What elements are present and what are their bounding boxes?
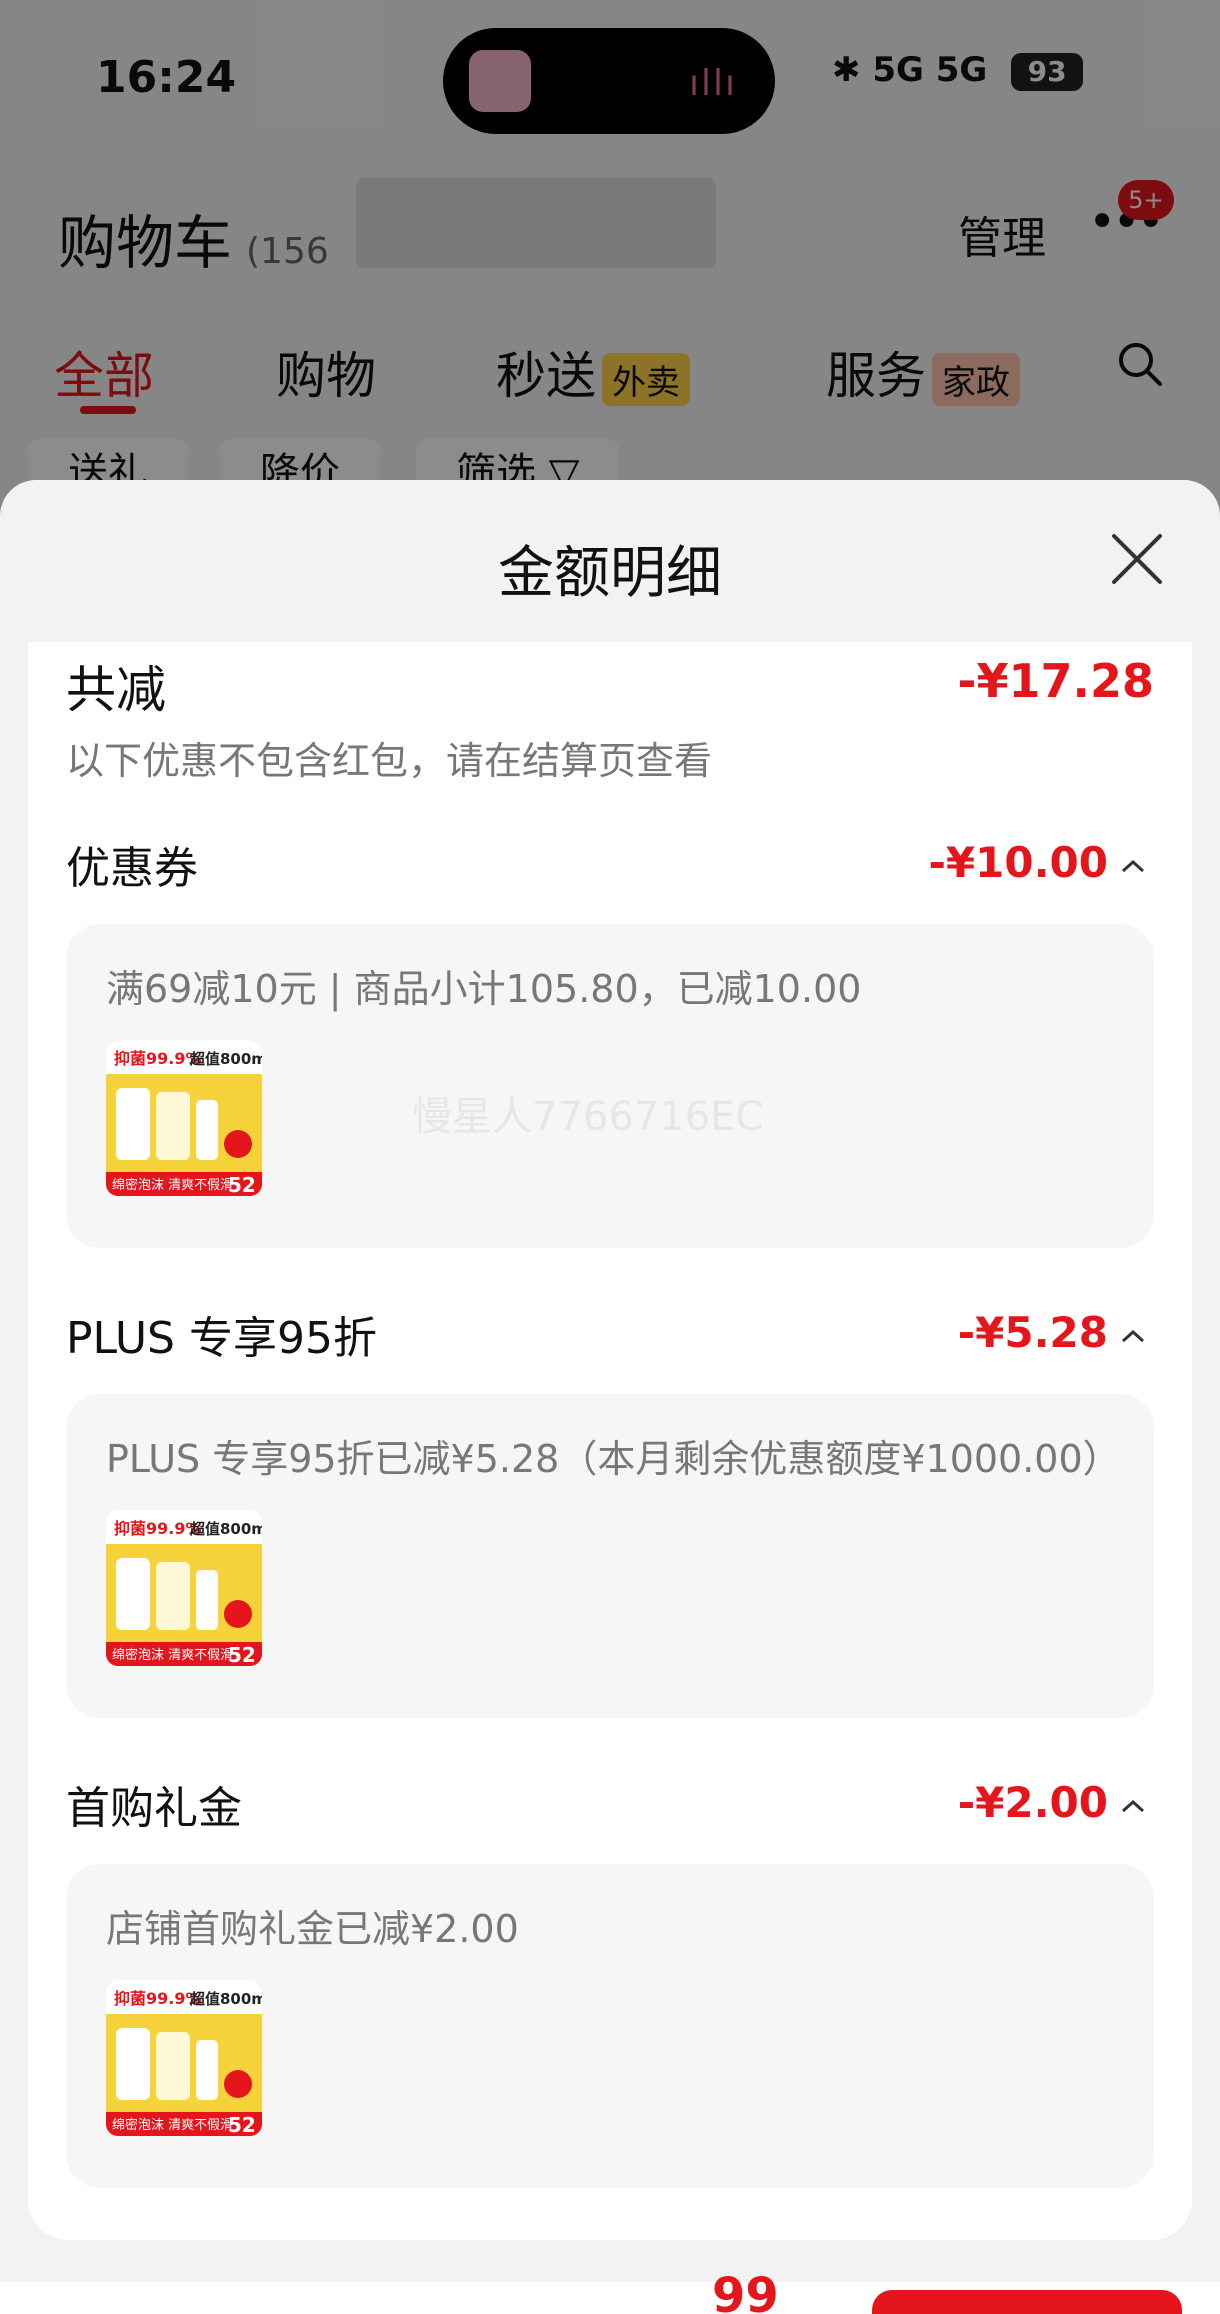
- first-purchase-amount-toggle[interactable]: -¥2.00: [958, 1778, 1146, 1827]
- first-purchase-label: 首购礼金: [66, 1783, 242, 1834]
- sheet-title: 金额明细: [498, 541, 722, 606]
- coupon-detail-card: 满69减10元 | 商品小计105.80，已减10.00 抑菌99.9% 超值8…: [66, 924, 1154, 1248]
- svg-text:超值800ml: 超值800ml: [189, 1990, 262, 2008]
- product-thumbnail[interactable]: 抑菌99.9% 超值800ml 绵密泡沫 清爽不假滑 52: [106, 1980, 262, 2136]
- svg-text:52: 52: [228, 2113, 256, 2136]
- coupon-detail-text: 满69减10元 | 商品小计105.80，已减10.00: [106, 967, 862, 1011]
- chevron-up-icon: [1121, 1799, 1145, 1812]
- checkout-button[interactable]: [872, 2290, 1182, 2314]
- total-discount-label: 共减: [66, 661, 166, 719]
- close-icon[interactable]: [1110, 532, 1164, 586]
- svg-text:52: 52: [228, 1173, 256, 1196]
- plus-detail-card: PLUS 专享95折已减¥5.28（本月剩余优惠额度¥1000.00） 抑菌99…: [66, 1394, 1154, 1718]
- product-thumbnail[interactable]: 抑菌99.9% 超值800ml 绵密泡沫 清爽不假滑 52: [106, 1040, 262, 1196]
- plus-discount-label: PLUS 专享95折: [66, 1313, 377, 1364]
- svg-text:超值800ml: 超值800ml: [189, 1520, 262, 1538]
- watermark-text: 慢星人7766716EC: [412, 1094, 764, 1140]
- svg-text:绵密泡沫 清爽不假滑: 绵密泡沫 清爽不假滑: [112, 1647, 233, 1663]
- svg-text:抑菌99.9%: 抑菌99.9%: [114, 1049, 202, 1068]
- coupon-label: 优惠券: [66, 843, 198, 894]
- plus-detail-text: PLUS 专享95折已减¥5.28（本月剩余优惠额度¥1000.00）: [106, 1437, 1121, 1481]
- svg-text:绵密泡沫 清爽不假滑: 绵密泡沫 清爽不假滑: [112, 1177, 233, 1193]
- product-thumbnail[interactable]: 抑菌99.9% 超值800ml 绵密泡沫 清爽不假滑 52: [106, 1510, 262, 1666]
- sheet-header: 金额明细: [0, 480, 1220, 642]
- chevron-up-icon: [1121, 1329, 1145, 1342]
- total-discount-amount: -¥17.28: [957, 654, 1154, 708]
- first-purchase-detail-card: 店铺首购礼金已减¥2.00 抑菌99.9% 超值800ml 绵密泡沫 清爽不假滑…: [66, 1864, 1154, 2188]
- plus-discount-amount-toggle[interactable]: -¥5.28: [958, 1308, 1146, 1357]
- chevron-up-icon: [1121, 859, 1145, 872]
- svg-text:52: 52: [228, 1643, 256, 1666]
- total-discount-note: 以下优惠不包含红包，请在结算页查看: [66, 739, 713, 783]
- svg-text:抑菌99.9%: 抑菌99.9%: [114, 1519, 202, 1538]
- svg-text:绵密泡沫 清爽不假滑: 绵密泡沫 清爽不假滑: [112, 2117, 233, 2133]
- first-purchase-detail-text: 店铺首购礼金已减¥2.00: [106, 1907, 519, 1951]
- amount-detail-sheet: 金额明细 共减 -¥17.28 以下优惠不包含红包，请在结算页查看 优惠券 -¥…: [0, 480, 1220, 2314]
- checkout-price: 99: [712, 2276, 779, 2314]
- coupon-amount-toggle[interactable]: -¥10.00: [928, 838, 1146, 887]
- svg-text:超值800ml: 超值800ml: [189, 1050, 262, 1068]
- discount-panel: 共减 -¥17.28 以下优惠不包含红包，请在结算页查看 优惠券 -¥10.00…: [28, 642, 1192, 2240]
- svg-text:抑菌99.9%: 抑菌99.9%: [114, 1989, 202, 2008]
